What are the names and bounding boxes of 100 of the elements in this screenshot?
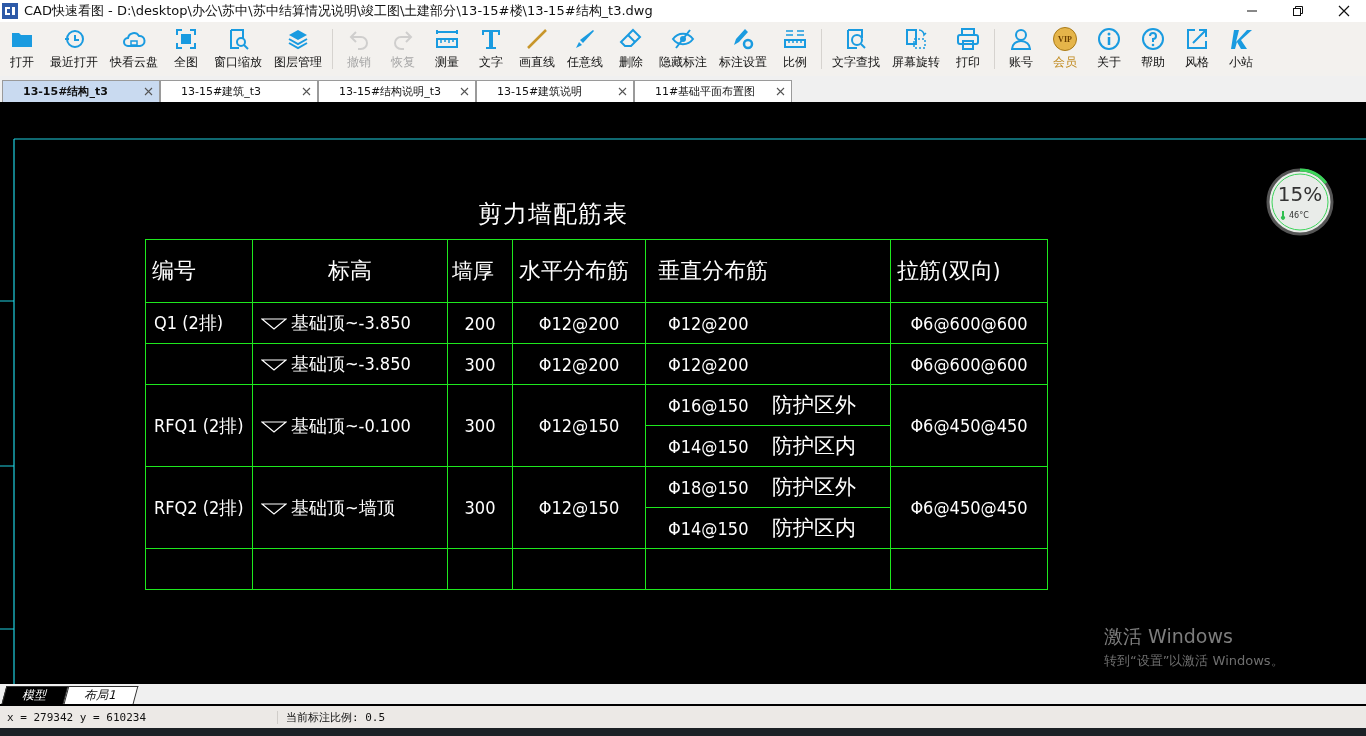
toolbar-button[interactable]: 测量 (427, 25, 467, 73)
text-tool-icon (479, 27, 503, 51)
table-cell: Φ6@600@600 (910, 353, 1028, 375)
table-cell: Φ14@150 (668, 518, 749, 539)
layers-icon (286, 27, 310, 51)
clock-icon (62, 27, 86, 51)
toolbar-button[interactable]: 任意线 (563, 25, 607, 73)
coordinates-text: x = 279342 y = 610234 (0, 710, 278, 724)
column-header: 拉筋(双向) (897, 258, 1001, 283)
toolbar-button[interactable]: 账号 (1001, 25, 1041, 73)
elevation-mark-icon (261, 502, 287, 515)
printer-icon (956, 27, 980, 51)
toolbar-button[interactable]: 隐藏标注 (655, 25, 711, 73)
table-cell: 300 (464, 415, 496, 436)
document-tab[interactable]: 13-15#建筑说明 (476, 80, 634, 102)
toolbar-button[interactable]: 打印 (948, 25, 988, 73)
table-cell: 基础顶~-3.850 (291, 353, 411, 374)
close-icon[interactable] (302, 87, 311, 96)
elevation-mark-icon (261, 318, 287, 330)
toolbar-button[interactable]: 风格 (1177, 25, 1217, 73)
table-cell: Φ12@150 (538, 415, 620, 436)
table-cell-text: RFQ1 (2排) (153, 414, 244, 436)
pen-icon (573, 27, 597, 51)
temperature-reading: 46°C (1289, 210, 1309, 220)
table-cell: Φ14@150 (668, 436, 749, 457)
elevation-mark-icon (261, 420, 287, 433)
toolbar-button[interactable]: VIP 会员 (1045, 25, 1085, 73)
toolbar-button[interactable]: 窗口缩放 (210, 25, 266, 73)
help-icon (1141, 27, 1165, 51)
table-cell: 300 (464, 353, 496, 375)
document-tab[interactable]: 11#基础平面布置图 (634, 80, 792, 102)
close-icon[interactable] (618, 87, 627, 96)
toolbar-button[interactable]: 图层管理 (270, 25, 326, 73)
activation-title: 激活 Windows (1104, 624, 1234, 649)
table-cell: 200 (464, 312, 496, 334)
toolbar-button[interactable]: 关于 (1089, 25, 1129, 73)
table-cell-text: Q1 (2排) (153, 312, 224, 333)
table-cell: Φ16@150 (668, 395, 749, 416)
close-icon[interactable] (776, 87, 785, 96)
scale-text: 当前标注比例: 0.5 (285, 709, 386, 725)
table-cell: 防护区内 (772, 516, 857, 540)
layout-tab[interactable]: 布局1 (63, 686, 139, 704)
user-icon (1009, 27, 1033, 51)
ruler-icon (435, 27, 459, 51)
toolbar-button[interactable]: 文字 (471, 25, 511, 73)
toolbar-button[interactable]: 标注设置 (715, 25, 771, 73)
close-icon[interactable] (460, 87, 469, 96)
table-cell: 基础顶~-0.100 (291, 414, 411, 436)
toolbar-button[interactable]: 打开 (2, 25, 42, 73)
table-cell-text: RFQ2 (2排) (153, 496, 244, 518)
table-cell: 300 (464, 497, 496, 518)
find-text-icon (844, 27, 868, 51)
column-header: 水平分布筋 (519, 258, 629, 283)
k-logo-icon (1229, 27, 1253, 51)
column-header: 垂直分布筋 (658, 258, 768, 283)
document-tab[interactable]: 13-15#建筑_t3 (160, 80, 318, 102)
usage-reading: 15% (1276, 182, 1324, 206)
expand-arrow-icon (1185, 27, 1209, 51)
table-cell: Φ12@200 (538, 353, 620, 375)
toolbar-button[interactable]: 比例 (775, 25, 815, 73)
column-header: 墙厚 (452, 259, 494, 283)
layout-tab[interactable]: 模型 (1, 686, 69, 704)
toolbar-button[interactable]: 文字查找 (828, 25, 884, 73)
toolbar-button[interactable]: 删除 (611, 25, 651, 73)
elevation-mark-icon (261, 359, 287, 371)
table-cell: Φ6@450@450 (910, 497, 1028, 518)
rotate-screen-icon (904, 27, 928, 51)
toolbar-button[interactable]: 屏幕旋转 (888, 25, 944, 73)
vip-badge: VIP (1053, 27, 1077, 51)
toolbar-button[interactable]: 小站 (1221, 25, 1261, 73)
pen-gear-icon (731, 27, 755, 51)
ruler-icon (783, 27, 807, 51)
thermometer-icon (1280, 210, 1286, 220)
table-cell: Φ12@200 (668, 353, 749, 375)
toolbar-button[interactable]: 最近打开 (46, 25, 102, 73)
activation-text: 转到“设置”以激活 Windows。 (1104, 652, 1284, 670)
hidden-eye-icon (671, 27, 695, 51)
table-cell: Φ6@600@600 (910, 312, 1028, 334)
column-header: 编号 (152, 258, 196, 283)
table-cell: 防护区内 (772, 434, 857, 458)
window-title: CAD快速看图 - D:\desktop\办公\苏中\苏中结算情况说明\竣工图\土建部分\13-15#楼\13-15#结构_t3.dwg (24, 2, 653, 20)
table-cell: 基础顶~墙顶 (291, 496, 395, 518)
table-cell: Φ12@200 (538, 312, 620, 334)
column-header: 标高 (328, 258, 372, 283)
table-cell: Φ12@150 (538, 497, 620, 518)
toolbar-button[interactable]: 帮助 (1133, 25, 1173, 73)
table-cell: Φ18@150 (668, 477, 749, 498)
table-title: 剪力墙配筋表 (478, 199, 628, 230)
restore-icon[interactable] (1292, 5, 1304, 17)
document-tab[interactable]: 13-15#结构_t3 (2, 80, 160, 102)
document-tab[interactable]: 13-15#结构说明_t3 (318, 80, 476, 102)
close-icon[interactable] (1338, 5, 1350, 17)
line-icon (525, 27, 549, 51)
toolbar-button[interactable]: 画直线 (515, 25, 559, 73)
table-cell: 防护区外 (772, 393, 857, 417)
table-cell: Φ6@450@450 (910, 415, 1028, 436)
info-icon (1097, 27, 1121, 51)
toolbar-button[interactable]: 快看云盘 (106, 25, 162, 73)
toolbar-button[interactable]: 全图 (166, 25, 206, 73)
table-cell: 防护区外 (772, 475, 857, 499)
